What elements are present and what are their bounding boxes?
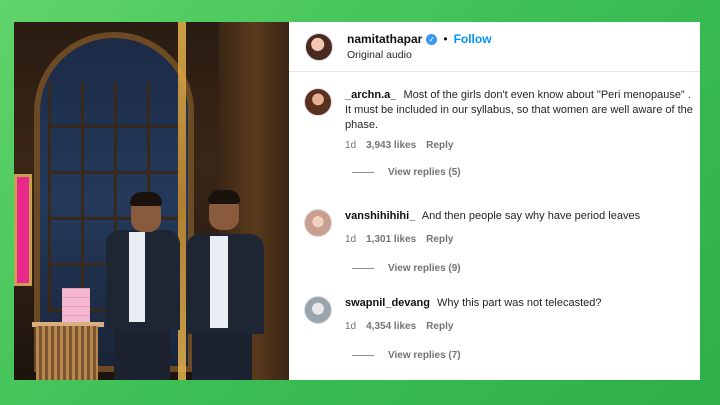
comment-likes[interactable]: 3,943 likes — [366, 138, 416, 153]
display-table — [36, 326, 98, 380]
verified-badge-icon: ✓ — [426, 33, 438, 45]
pink-sign — [14, 174, 32, 286]
author-avatar[interactable] — [305, 32, 333, 61]
reply-button[interactable]: Reply — [426, 138, 453, 153]
audio-label[interactable]: Original audio — [347, 49, 492, 61]
comment-username[interactable]: swapnil_devang — [345, 297, 430, 309]
comment-likes[interactable]: 1,301 likes — [366, 232, 416, 247]
replies-divider — [352, 355, 374, 356]
reply-button[interactable]: Reply — [426, 319, 453, 334]
reply-button[interactable]: Reply — [426, 232, 453, 247]
replies-divider — [352, 268, 374, 269]
video-frame[interactable] — [14, 22, 289, 380]
comment-item: swapnil_devang Why this part was not tel… — [304, 296, 694, 361]
commenter-avatar[interactable] — [304, 296, 332, 324]
comment-likes[interactable]: 4,354 likes — [366, 319, 416, 334]
view-replies-button[interactable]: View replies (5) — [352, 167, 694, 178]
follow-button[interactable]: Follow — [454, 32, 492, 46]
comment-item: vanshihihihi_ And then people say why ha… — [304, 209, 694, 274]
view-replies-button[interactable]: View replies (7) — [352, 350, 694, 361]
view-replies-label: View replies (9) — [388, 263, 461, 274]
comment-text: Most of the girls don't even know about … — [345, 89, 693, 131]
comment-username[interactable]: _archn.a_ — [345, 89, 396, 101]
commenter-avatar[interactable] — [304, 209, 332, 237]
comment-text: And then people say why have period leav… — [421, 210, 641, 222]
comment-age: 1d — [345, 321, 357, 332]
comments-panel: namitathapar ✓ • Follow Original audio _… — [289, 22, 700, 380]
view-replies-label: View replies (7) — [388, 350, 461, 361]
product-boxes — [62, 288, 90, 324]
post-header: namitathapar ✓ • Follow Original audio — [289, 22, 700, 72]
comment-age: 1d — [345, 140, 357, 151]
replies-divider — [352, 172, 374, 173]
separator-dot: • — [443, 32, 448, 46]
comment-username[interactable]: vanshihihihi_ — [345, 210, 415, 222]
comment-age: 1d — [345, 234, 357, 245]
comment-item: _archn.a_ Most of the girls don't even k… — [304, 88, 694, 178]
view-replies-label: View replies (5) — [388, 167, 461, 178]
author-username[interactable]: namitathapar — [347, 32, 422, 46]
view-replies-button[interactable]: View replies (9) — [352, 263, 694, 274]
commenter-avatar[interactable] — [304, 88, 332, 116]
screenshot-frame: namitathapar ✓ • Follow Original audio _… — [14, 22, 700, 380]
comment-text: Why this part was not telecasted? — [437, 297, 602, 309]
